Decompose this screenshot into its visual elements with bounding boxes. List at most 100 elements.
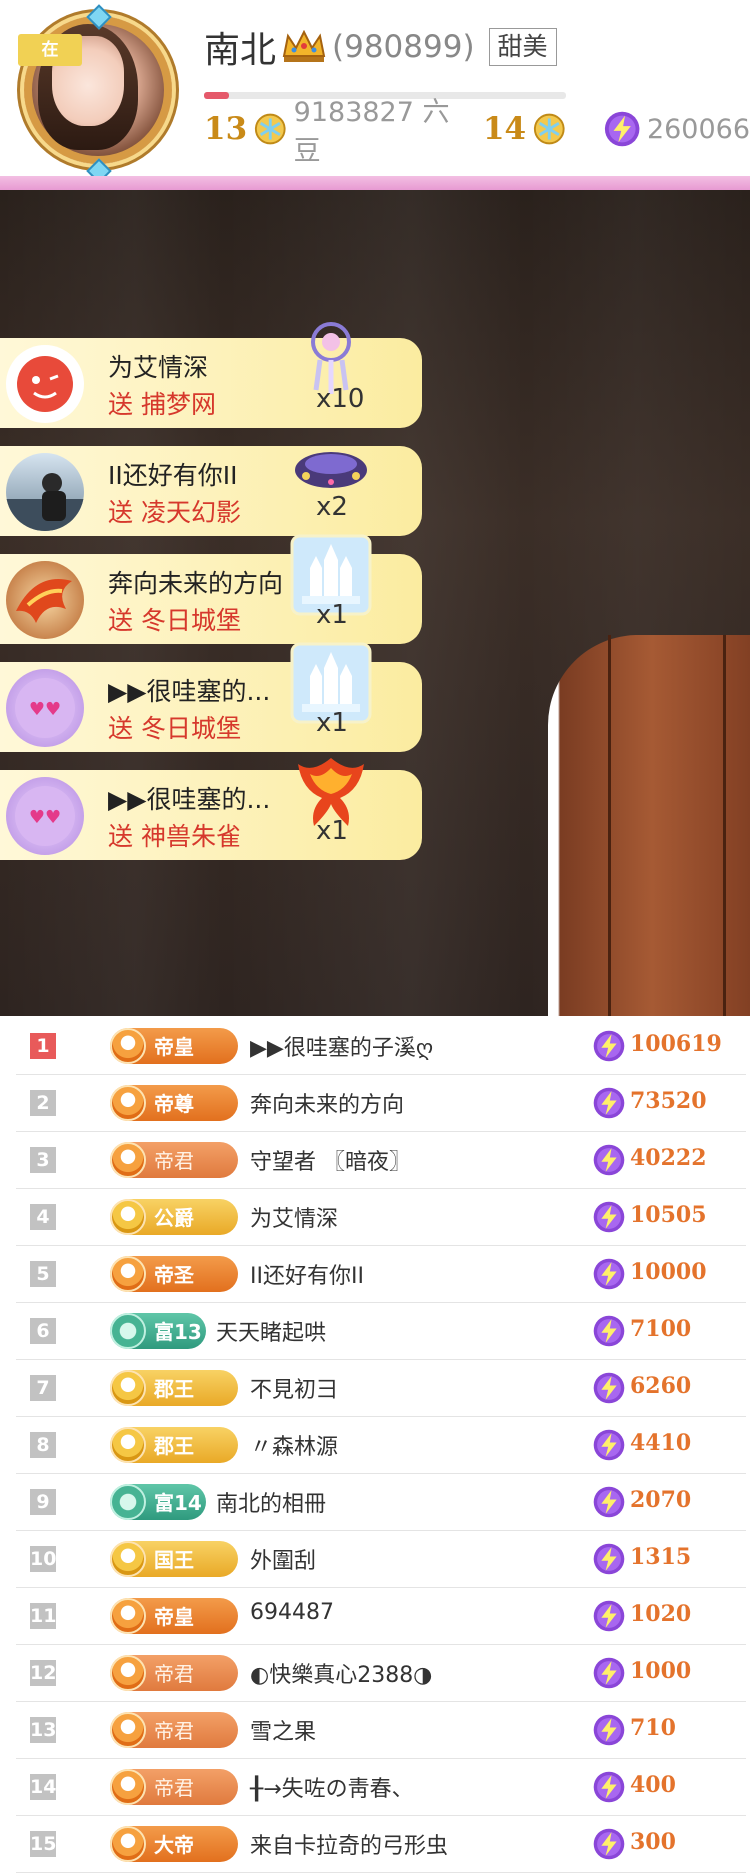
ranking-user-name: 雪之果 xyxy=(250,1720,317,1745)
noble-emblem-icon xyxy=(110,1256,146,1292)
noble-title-label: 大帝 xyxy=(154,1833,194,1857)
noble-emblem-icon xyxy=(110,1028,146,1064)
gift-user-avatar[interactable]: ♥♥ xyxy=(6,669,84,747)
ranking-score: 1000 xyxy=(630,1658,692,1684)
noble-emblem-icon xyxy=(110,1427,146,1463)
ranking-row[interactable]: 7 郡王 不見初彐 6260 xyxy=(16,1360,746,1417)
noble-title-badge: 公爵 xyxy=(110,1199,238,1235)
ranking-row[interactable]: 5 帝圣 II还好有你II 10000 xyxy=(16,1246,746,1303)
noble-title-label: 帝君 xyxy=(154,1149,194,1173)
rank-number: 4 xyxy=(30,1204,56,1230)
ranking-row[interactable]: 12 帝君 ◐快樂真心2388◑ 1000 xyxy=(16,1645,746,1702)
gift-count: x2 xyxy=(316,492,348,522)
ranking-row[interactable]: 1 帝皇 ▶▶很哇塞的子溪ღ 100619 xyxy=(16,1018,746,1075)
noble-title-label: 帝君 xyxy=(154,1776,194,1800)
ranking-row[interactable]: 10 国王 外圍刮 1315 xyxy=(16,1531,746,1588)
ranking-user-name: ▶▶很哇塞的子溪ღ xyxy=(250,1036,434,1061)
anchor-name-row: 南北 (980899) 甜美 xyxy=(204,22,557,72)
noble-title-badge: 富14 xyxy=(110,1484,206,1520)
gift-user-avatar[interactable] xyxy=(6,453,84,531)
live-video[interactable]: 为艾情深 送 捕梦网 x10 II还好有你II 送 凌天幻影 x2 奔向未来的方… xyxy=(0,190,750,1016)
ranking-score: 7100 xyxy=(630,1316,692,1342)
anchor-tag: 甜美 xyxy=(488,28,557,66)
noble-emblem-icon xyxy=(110,1085,146,1121)
ranking-row[interactable]: 11 帝皇 694487 1020 xyxy=(16,1588,746,1645)
gift-notification: II还好有你II 送 凌天幻影 x2 xyxy=(0,446,422,536)
energy-bolt-icon xyxy=(593,1429,625,1461)
bean-count: 9183827 六豆 xyxy=(293,97,450,167)
rank-number: 1 xyxy=(30,1033,56,1059)
ranking-user-name: 不見初彐 xyxy=(250,1378,339,1403)
noble-title-badge: 帝尊 xyxy=(110,1085,238,1121)
noble-title-badge: 帝君 xyxy=(110,1655,238,1691)
ranking-score: 40222 xyxy=(630,1145,707,1171)
rank-number: 14 xyxy=(30,1774,57,1800)
ranking-score: 4410 xyxy=(630,1430,692,1456)
noble-emblem-icon xyxy=(110,1199,146,1235)
ranking-user-name: ╂→失咗の靑春、 xyxy=(250,1777,414,1802)
ranking-row[interactable]: 6 富13 天天睹起哄 7100 xyxy=(16,1303,746,1360)
chair-seam xyxy=(723,635,726,1016)
ranking-row[interactable]: 2 帝尊 奔向未来的方向 73520 xyxy=(16,1075,746,1132)
noble-title-label: 公爵 xyxy=(154,1206,194,1230)
ranking-score: 710 xyxy=(630,1715,676,1741)
rank-number: 12 xyxy=(30,1660,57,1686)
noble-title-label: 帝皇 xyxy=(154,1605,194,1629)
ranking-row[interactable]: 15 大帝 来自卡拉奇的弓形虫 300 xyxy=(16,1816,746,1873)
noble-title-badge: 帝皇 xyxy=(110,1028,238,1064)
rank-number: 9 xyxy=(30,1489,56,1515)
noble-emblem-icon xyxy=(110,1541,146,1577)
noble-emblem-icon xyxy=(110,1370,146,1406)
energy-bolt-icon xyxy=(593,1543,625,1575)
energy-bolt-icon xyxy=(604,111,640,147)
noble-title-label: 帝圣 xyxy=(154,1263,194,1287)
anchor-header: 在 南北 (980899) 甜美 13 9183827 六豆 14 260066 xyxy=(0,0,750,184)
ranking-score: 73520 xyxy=(630,1088,707,1114)
noble-title-label: 帝君 xyxy=(154,1719,194,1743)
noble-title-label: 郡王 xyxy=(154,1434,194,1458)
ranking-row[interactable]: 9 富14 南北的相冊 2070 xyxy=(16,1474,746,1531)
energy-bolt-icon xyxy=(593,1486,625,1518)
energy-bolt-icon xyxy=(593,1372,625,1404)
svg-text:♥♥: ♥♥ xyxy=(29,807,61,828)
noble-title-label: 帝尊 xyxy=(154,1092,194,1116)
noble-title-label: 富13 xyxy=(154,1320,202,1344)
rank-number: 13 xyxy=(30,1717,57,1743)
noble-emblem-icon xyxy=(110,1769,146,1805)
ranking-row[interactable]: 8 郡王 〃森林源 4410 xyxy=(16,1417,746,1474)
rank-number: 3 xyxy=(30,1147,56,1173)
ranking-row[interactable]: 3 帝君 守望者 〖暗夜〗 40222 xyxy=(16,1132,746,1189)
gift-count: x1 xyxy=(316,816,348,846)
energy-bolt-icon xyxy=(593,1828,625,1860)
gift-notification: ♥♥ ▶▶很哇塞的... 送 冬日城堡 x1 xyxy=(0,642,422,752)
gift-count: x1 xyxy=(316,600,348,630)
energy-bolt-icon xyxy=(593,1201,625,1233)
ranking-row[interactable]: 13 帝君 雪之果 710 xyxy=(16,1702,746,1759)
rank-number: 5 xyxy=(30,1261,56,1287)
level-progress-fill xyxy=(204,92,230,99)
noble-emblem-icon xyxy=(110,1826,146,1862)
gift-count: x10 xyxy=(316,384,365,414)
ranking-row[interactable]: 14 帝君 ╂→失咗の靑春、 400 xyxy=(16,1759,746,1816)
noble-emblem-icon xyxy=(110,1313,146,1349)
gift-user-avatar[interactable] xyxy=(6,345,84,423)
noble-title-badge: 富13 xyxy=(110,1313,206,1349)
gift-sender-name: ▶▶很哇塞的... xyxy=(108,785,271,814)
live-badge: 在 xyxy=(18,34,82,66)
gift-user-avatar[interactable]: ♥♥ xyxy=(6,777,84,855)
noble-title-label: 富14 xyxy=(154,1491,202,1515)
rank-number: 11 xyxy=(30,1603,57,1629)
gift-sender-name: 为艾情深 xyxy=(108,353,209,382)
gift-count: x1 xyxy=(316,708,348,738)
rank-number: 10 xyxy=(30,1546,57,1572)
energy-count: 260066 xyxy=(646,113,750,145)
ranking-row[interactable]: 4 公爵 为艾情深 10505 xyxy=(16,1189,746,1246)
ranking-score: 1020 xyxy=(630,1601,692,1627)
gift-name: 送 冬日城堡 xyxy=(108,606,241,635)
energy-bolt-icon xyxy=(593,1144,625,1176)
gift-name: 送 捕梦网 xyxy=(108,390,216,419)
noble-title-badge: 大帝 xyxy=(110,1826,238,1862)
anchor-avatar[interactable]: 在 xyxy=(4,4,192,184)
energy-bolt-icon xyxy=(593,1600,625,1632)
gift-user-avatar[interactable] xyxy=(6,561,84,639)
